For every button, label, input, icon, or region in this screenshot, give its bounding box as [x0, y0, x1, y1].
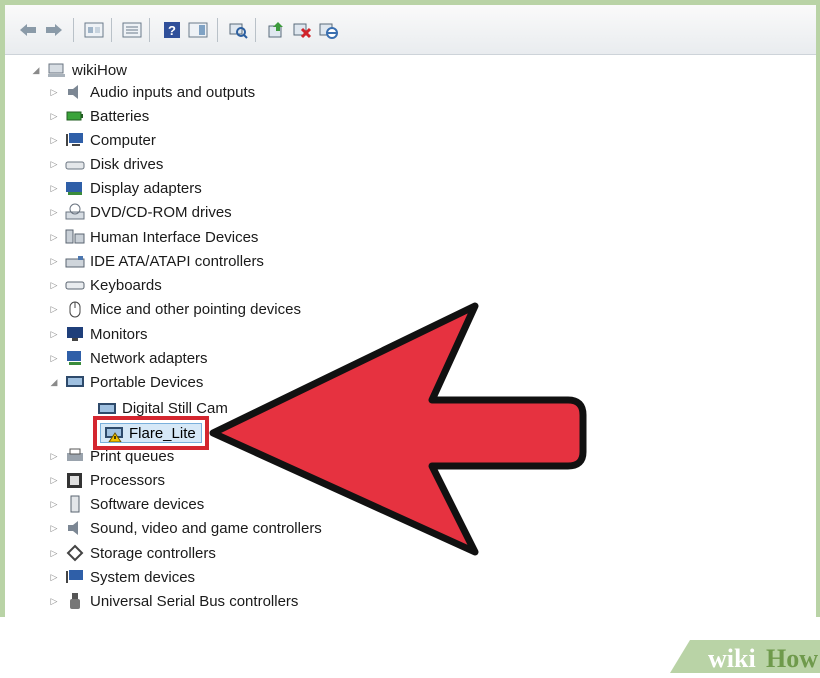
toolbar-separator	[149, 18, 150, 42]
svg-text:?: ?	[168, 23, 176, 38]
toolbar-separator	[255, 18, 256, 42]
show-hide-console-tree-icon[interactable]	[121, 19, 143, 41]
help-icon[interactable]: ?	[161, 19, 183, 41]
pointer-arrow	[209, 302, 587, 556]
device-tree-pane: ◢ wikiHow ▷ Audio inputs and outputs ▷ Batt…	[5, 56, 820, 673]
uninstall-device-icon[interactable]	[291, 19, 313, 41]
toolbar: ?	[5, 5, 816, 55]
watermark-wiki: wiki	[708, 644, 756, 673]
back-arrow-icon[interactable]	[17, 19, 39, 41]
scan-hardware-icon[interactable]	[227, 19, 249, 41]
update-driver-icon[interactable]	[265, 19, 287, 41]
action-pane-icon[interactable]	[187, 19, 209, 41]
watermark-how: How	[766, 644, 818, 673]
toolbar-separator	[73, 18, 74, 42]
disable-device-icon[interactable]	[317, 19, 339, 41]
toolbar-separator	[217, 18, 218, 42]
toolbar-separator	[111, 18, 112, 42]
wikihow-watermark: wiki How	[670, 640, 820, 673]
forward-arrow-icon[interactable]	[43, 19, 65, 41]
properties-icon[interactable]	[83, 19, 105, 41]
